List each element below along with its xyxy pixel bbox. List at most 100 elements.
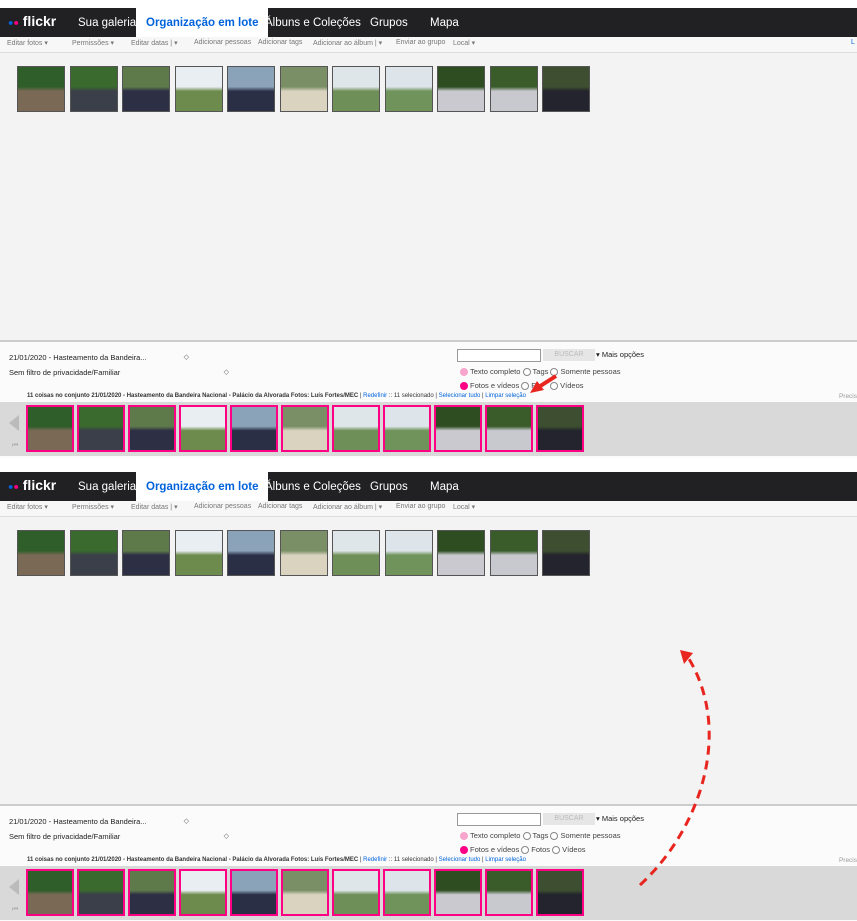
- first-page-icon[interactable]: ⏮: [12, 442, 18, 450]
- clear-selection-link[interactable]: Limpar seleção: [485, 857, 526, 863]
- photo-thumbnail[interactable]: [437, 530, 485, 576]
- select-all-link[interactable]: Selecionar tudo: [439, 393, 481, 399]
- search-input[interactable]: [457, 349, 541, 362]
- photo-thumbnail[interactable]: [489, 530, 538, 576]
- menu-permissoes[interactable]: Permissões ▾: [72, 503, 114, 511]
- menu-editar-fotos[interactable]: Editar fotos ▾: [7, 503, 48, 511]
- tab-mapa[interactable]: Mapa: [430, 472, 459, 501]
- strip-photo-thumbnail[interactable]: [26, 405, 74, 452]
- tab-albuns-colecoes[interactable]: Álbuns e Coleções: [265, 8, 361, 37]
- tab-sua-galeria[interactable]: Sua galeria: [78, 472, 136, 501]
- menu-local[interactable]: Local ▾: [453, 503, 475, 511]
- menu-adicionar-tags[interactable]: Adicionar tags: [258, 503, 302, 510]
- menu-adicionar-album[interactable]: Adicionar ao álbum | ▾: [313, 503, 382, 511]
- menu-right-cut[interactable]: L: [851, 39, 855, 46]
- strip-photo-thumbnail[interactable]: [332, 405, 380, 452]
- photo-thumbnail[interactable]: [279, 530, 328, 576]
- strip-photo-thumbnail[interactable]: [332, 869, 380, 916]
- more-options-link[interactable]: ▾ Mais opções: [596, 350, 644, 359]
- scroll-left-arrow-icon[interactable]: [9, 415, 19, 431]
- privacy-select[interactable]: Sem filtro de privacidade/Familiar ◇: [9, 831, 229, 843]
- strip-photo-thumbnail[interactable]: [179, 869, 227, 916]
- strip-photo-thumbnail[interactable]: [536, 405, 584, 452]
- menu-enviar-grupo[interactable]: Enviar ao grupo: [396, 503, 445, 510]
- strip-photo-thumbnail[interactable]: [230, 405, 278, 452]
- menu-editar-datas[interactable]: Editar datas | ▾: [131, 503, 178, 511]
- strip-photo-thumbnail[interactable]: [434, 869, 482, 916]
- photo-thumbnail[interactable]: [489, 66, 538, 112]
- photo-thumbnail[interactable]: [122, 530, 170, 576]
- more-options-link[interactable]: ▾ Mais opções: [596, 814, 644, 823]
- redefinir-link[interactable]: Redefinir: [363, 393, 387, 399]
- menu-adicionar-pessoas[interactable]: Adicionar pessoas: [194, 39, 251, 46]
- select-all-link[interactable]: Selecionar tudo: [439, 857, 481, 863]
- strip-photo-thumbnail[interactable]: [485, 405, 533, 452]
- radio-fotos[interactable]: [521, 846, 530, 855]
- scroll-left-arrow-icon[interactable]: [9, 879, 19, 895]
- photo-thumbnail[interactable]: [384, 530, 433, 576]
- radio-somente-pessoas[interactable]: [550, 832, 559, 841]
- strip-photo-thumbnail[interactable]: [383, 869, 431, 916]
- strip-photo-thumbnail[interactable]: [383, 405, 431, 452]
- strip-photo-thumbnail[interactable]: [128, 869, 176, 916]
- photo-thumbnail[interactable]: [279, 66, 328, 112]
- photo-thumbnail[interactable]: [227, 530, 275, 576]
- strip-photo-thumbnail[interactable]: [281, 869, 329, 916]
- radio-fotos[interactable]: [521, 382, 530, 391]
- photo-thumbnail[interactable]: [122, 66, 170, 112]
- flickr-logo[interactable]: ●● flickr: [8, 13, 56, 29]
- radio-somente-pessoas[interactable]: [550, 368, 559, 377]
- strip-photo-thumbnail[interactable]: [77, 405, 125, 452]
- buscar-button[interactable]: BUSCAR: [543, 349, 595, 361]
- tab-grupos[interactable]: Grupos: [370, 8, 408, 37]
- clear-selection-link[interactable]: Limpar seleção: [485, 393, 526, 399]
- photo-thumbnail[interactable]: [384, 66, 433, 112]
- search-input[interactable]: [457, 813, 541, 826]
- tab-mapa[interactable]: Mapa: [430, 8, 459, 37]
- photo-thumbnail[interactable]: [69, 530, 118, 576]
- radio-tags[interactable]: [522, 368, 531, 377]
- flickr-logo[interactable]: ●● flickr: [8, 477, 56, 493]
- menu-editar-datas[interactable]: Editar datas | ▾: [131, 39, 178, 47]
- strip-photo-thumbnail[interactable]: [230, 869, 278, 916]
- tab-grupos[interactable]: Grupos: [370, 472, 408, 501]
- strip-photo-thumbnail[interactable]: [434, 405, 482, 452]
- strip-photo-thumbnail[interactable]: [536, 869, 584, 916]
- radio-videos[interactable]: [550, 382, 559, 391]
- buscar-button[interactable]: BUSCAR: [543, 813, 595, 825]
- strip-photo-thumbnail[interactable]: [26, 869, 74, 916]
- strip-photo-thumbnail[interactable]: [77, 869, 125, 916]
- strip-photo-thumbnail[interactable]: [128, 405, 176, 452]
- radio-fotos-videos[interactable]: [460, 382, 468, 391]
- tab-organizacao-em-lote[interactable]: Organização em lote: [136, 472, 269, 501]
- radio-videos[interactable]: [552, 846, 561, 855]
- set-select[interactable]: 21/01/2020 - Hasteamento da Bandeira... ◇: [9, 816, 189, 828]
- strip-photo-thumbnail[interactable]: [179, 405, 227, 452]
- strip-photo-thumbnail[interactable]: [281, 405, 329, 452]
- privacy-select[interactable]: Sem filtro de privacidade/Familiar ◇: [9, 367, 229, 379]
- photo-thumbnail[interactable]: [69, 66, 118, 112]
- set-select[interactable]: 21/01/2020 - Hasteamento da Bandeira... ◇: [9, 352, 189, 364]
- radio-tags[interactable]: [522, 832, 531, 841]
- menu-adicionar-tags[interactable]: Adicionar tags: [258, 39, 302, 46]
- menu-adicionar-pessoas[interactable]: Adicionar pessoas: [194, 503, 251, 510]
- menu-adicionar-album[interactable]: Adicionar ao álbum | ▾: [313, 39, 382, 47]
- redefinir-link[interactable]: Redefinir: [363, 857, 387, 863]
- first-page-icon[interactable]: ⏮: [12, 906, 18, 914]
- strip-photo-thumbnail[interactable]: [485, 869, 533, 916]
- tab-sua-galeria[interactable]: Sua galeria: [78, 8, 136, 37]
- photo-thumbnail[interactable]: [542, 66, 590, 112]
- photo-thumbnail[interactable]: [17, 66, 65, 112]
- photo-thumbnail[interactable]: [542, 530, 590, 576]
- photo-thumbnail[interactable]: [174, 66, 223, 112]
- photo-thumbnail[interactable]: [227, 66, 275, 112]
- tab-albuns-colecoes[interactable]: Álbuns e Coleções: [265, 472, 361, 501]
- menu-enviar-grupo[interactable]: Enviar ao grupo: [396, 39, 445, 46]
- photo-thumbnail[interactable]: [437, 66, 485, 112]
- photo-thumbnail[interactable]: [17, 530, 65, 576]
- menu-local[interactable]: Local ▾: [453, 39, 475, 47]
- radio-fotos-videos[interactable]: [460, 846, 468, 855]
- photo-thumbnail[interactable]: [332, 530, 380, 576]
- menu-permissoes[interactable]: Permissões ▾: [72, 39, 114, 47]
- photo-thumbnail[interactable]: [332, 66, 380, 112]
